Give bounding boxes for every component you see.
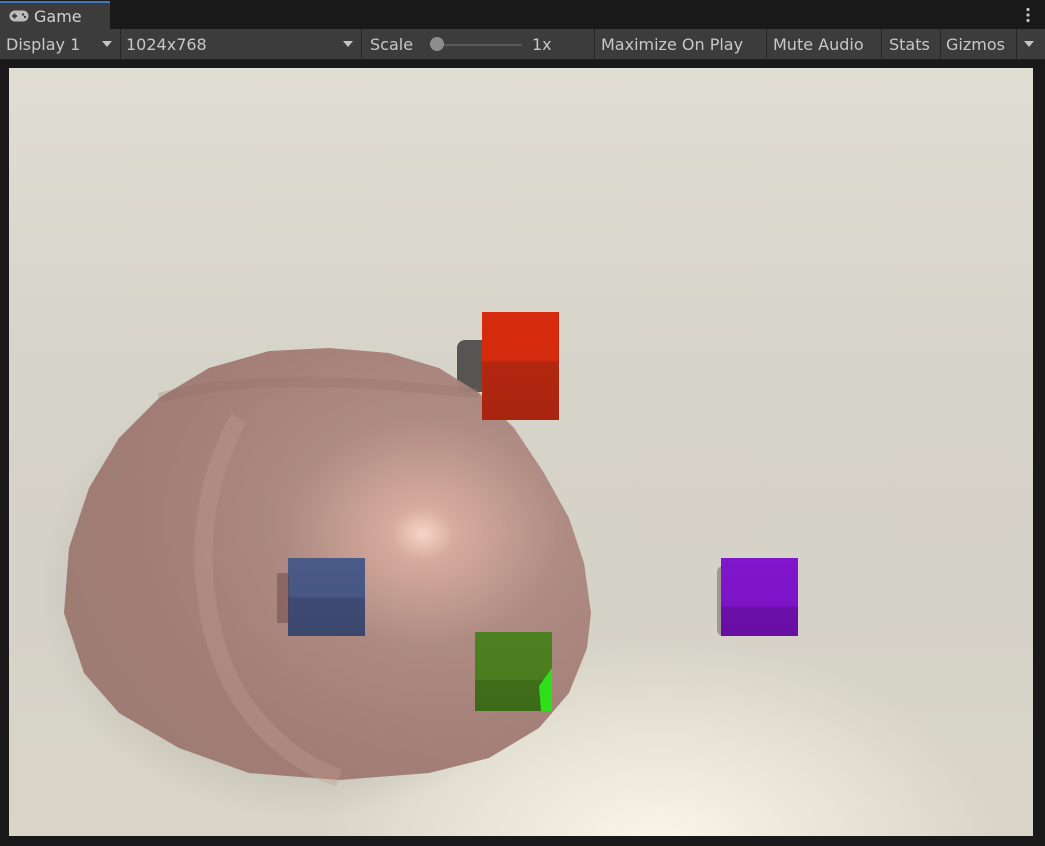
game-viewport[interactable] [9,68,1033,836]
chevron-down-icon [343,41,353,47]
display-label: Display 1 [6,34,81,54]
scale-text: Scale [370,34,414,54]
resolution-dropdown[interactable]: 1024x768 [121,29,361,59]
divider [361,29,362,59]
mute-audio-toggle[interactable]: Mute Audio [767,29,881,59]
tab-bar: Game [0,0,1045,29]
scale-slider-thumb[interactable] [430,37,444,51]
scale-label: Scale [370,29,413,59]
scale-value-text: 1x [532,34,552,54]
scale-slider-track[interactable] [440,44,522,46]
stats-toggle[interactable]: Stats [882,29,940,59]
gamepad-icon [9,10,29,22]
kebab-menu-icon[interactable] [1025,7,1031,23]
scene-render [39,312,798,818]
scale-value: 1x [532,29,552,59]
red-cube [482,312,559,420]
tab-game[interactable]: Game [0,1,110,29]
gizmos-dropdown[interactable] [1017,29,1043,59]
blue-cube-shadow [277,573,289,623]
purple-cube [721,558,798,636]
maximize-label: Maximize On Play [601,34,744,54]
display-dropdown[interactable]: Display 1 [0,29,120,59]
maximize-on-play-toggle[interactable]: Maximize On Play [595,29,766,59]
tab-label: Game [34,6,82,26]
game-toolbar: Display 1 1024x768 Scale 1x Maximize On … [0,29,1045,60]
mute-label: Mute Audio [773,34,864,54]
chevron-down-icon [102,41,112,47]
stats-label: Stats [889,34,930,54]
chevron-down-icon [1024,41,1034,47]
gizmos-toggle[interactable]: Gizmos [941,29,1015,59]
resolution-label: 1024x768 [126,34,207,54]
gizmos-label: Gizmos [946,34,1005,54]
blue-cube [288,558,365,636]
